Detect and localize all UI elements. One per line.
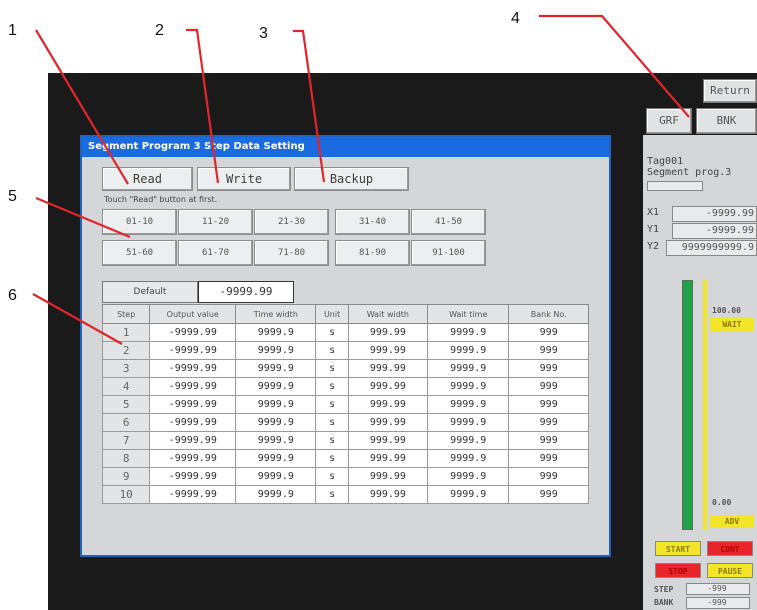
- callout-line-6: [32, 293, 123, 345]
- callout-line-3: [293, 29, 326, 183]
- callout-line-2: [186, 28, 220, 184]
- callout-line-4: [539, 14, 690, 118]
- callout-lines: [32, 14, 690, 345]
- callout-line-1: [35, 29, 129, 185]
- callout-line-5: [35, 196, 131, 239]
